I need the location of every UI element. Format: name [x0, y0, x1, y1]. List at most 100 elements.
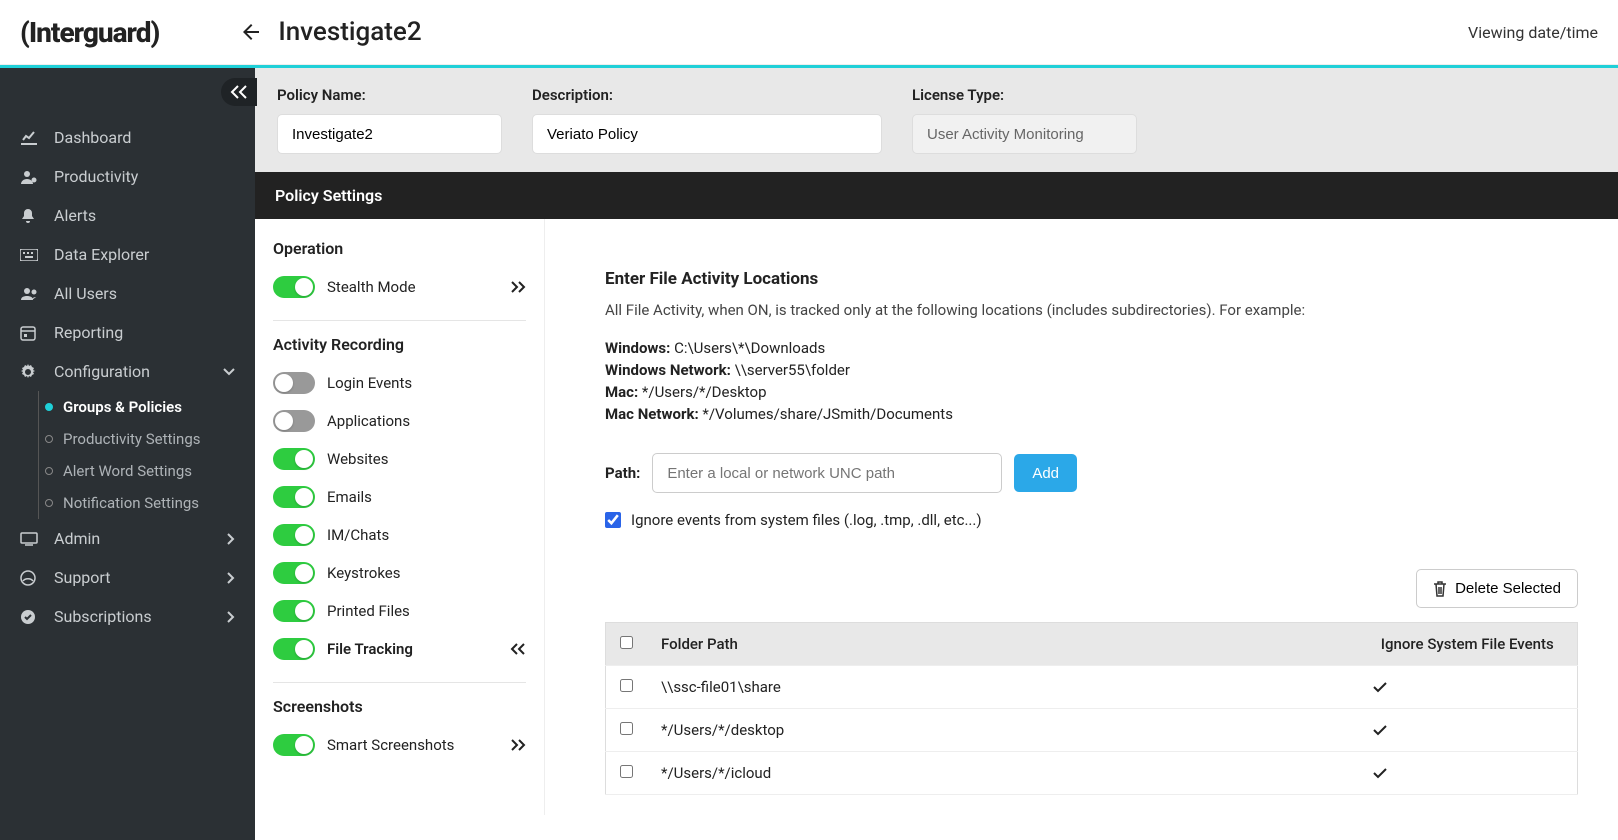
ignore-events-cell	[1358, 666, 1578, 709]
activity-toggle-label: Applications	[327, 412, 410, 430]
col-folder-path: Folder Path	[647, 623, 1358, 666]
sidebar-item-label: Support	[54, 568, 110, 587]
file-activity-example: Mac: */Users/*/Desktop	[605, 383, 1578, 401]
expand-icon[interactable]	[510, 739, 526, 751]
select-all-checkbox[interactable]	[620, 636, 633, 649]
sidebar-item-dashboard[interactable]: Dashboard	[0, 118, 255, 157]
operation-section-title: Operation	[273, 239, 526, 258]
folder-path-table: Folder Path Ignore System File Events \\…	[605, 622, 1578, 795]
sidebar-item-label: Reporting	[54, 323, 123, 342]
subnav-alert-word-settings[interactable]: Alert Word Settings	[39, 455, 255, 487]
brand-logo: (Interguard)	[20, 16, 159, 49]
sidebar: Dashboard Productivity Alerts Data Explo…	[0, 68, 255, 840]
activity-toggle[interactable]	[273, 486, 315, 508]
activity-toggle-label: Emails	[327, 488, 372, 506]
ignore-system-files-checkbox[interactable]	[605, 512, 621, 528]
sidebar-item-label: Alerts	[54, 206, 96, 225]
description-label: Description:	[532, 86, 882, 104]
ignore-system-files-label: Ignore events from system files (.log, .…	[631, 511, 982, 529]
delete-selected-button[interactable]: Delete Selected	[1416, 569, 1578, 608]
row-checkbox[interactable]	[620, 679, 633, 692]
file-activity-example: Windows Network: \\server55\folder	[605, 361, 1578, 379]
trash-icon	[1433, 581, 1447, 597]
sidebar-item-label: Productivity	[54, 167, 138, 186]
users-icon	[20, 287, 40, 301]
support-icon	[20, 570, 40, 586]
subnav-groups-policies[interactable]: Groups & Policies	[39, 391, 255, 423]
check-circle-icon	[20, 609, 40, 625]
row-checkbox[interactable]	[620, 765, 633, 778]
folder-path-cell: \\ssc-file01\share	[647, 666, 1358, 709]
sidebar-item-data-explorer[interactable]: Data Explorer	[0, 235, 255, 274]
activity-toggle[interactable]	[273, 600, 315, 622]
chart-icon	[20, 130, 40, 146]
calendar-icon	[20, 325, 40, 341]
sidebar-item-label: Configuration	[54, 362, 150, 381]
activity-toggle[interactable]	[273, 372, 315, 394]
ignore-events-cell	[1358, 752, 1578, 795]
ignore-events-cell	[1358, 709, 1578, 752]
sidebar-item-label: Data Explorer	[54, 245, 149, 264]
activity-toggle-label: Printed Files	[327, 602, 410, 620]
sidebar-item-configuration[interactable]: Configuration	[0, 352, 255, 391]
add-button[interactable]: Add	[1014, 454, 1077, 492]
subnav-notification-settings[interactable]: Notification Settings	[39, 487, 255, 519]
activity-toggle[interactable]	[273, 410, 315, 432]
folder-path-cell: */Users/*/desktop	[647, 709, 1358, 752]
sidebar-item-label: All Users	[54, 284, 117, 303]
screenshots-section-title: Screenshots	[273, 697, 526, 716]
activity-toggle-label: Keystrokes	[327, 564, 400, 582]
smart-screenshots-toggle[interactable]	[273, 734, 315, 756]
table-row: */Users/*/icloud	[606, 752, 1578, 795]
description-input[interactable]	[532, 114, 882, 154]
keyboard-icon	[20, 249, 40, 261]
license-type-label: License Type:	[912, 86, 1137, 104]
policy-name-input[interactable]	[277, 114, 502, 154]
viewing-date-time-label: Viewing date/time	[1468, 23, 1598, 42]
expand-icon[interactable]	[510, 281, 526, 293]
sidebar-item-subscriptions[interactable]: Subscriptions	[0, 597, 255, 636]
activity-toggle[interactable]	[273, 448, 315, 470]
col-ignore-events: Ignore System File Events	[1358, 623, 1578, 666]
sidebar-item-admin[interactable]: Admin	[0, 519, 255, 558]
sidebar-item-productivity[interactable]: Productivity	[0, 157, 255, 196]
path-input[interactable]	[652, 453, 1002, 493]
file-activity-example: Windows: C:\Users\*\Downloads	[605, 339, 1578, 357]
chevron-right-icon	[227, 611, 235, 623]
sidebar-item-all-users[interactable]: All Users	[0, 274, 255, 313]
table-row: \\ssc-file01\share	[606, 666, 1578, 709]
path-label: Path:	[605, 464, 640, 482]
sidebar-item-reporting[interactable]: Reporting	[0, 313, 255, 352]
chevron-right-icon	[227, 533, 235, 545]
activity-toggle-label: File Tracking	[327, 640, 413, 658]
sidebar-item-support[interactable]: Support	[0, 558, 255, 597]
collapse-icon[interactable]	[510, 643, 526, 655]
sidebar-collapse-button[interactable]	[221, 78, 257, 106]
activity-toggle-label: Websites	[327, 450, 388, 468]
chevron-down-icon	[223, 368, 235, 376]
admin-icon	[20, 532, 40, 546]
table-row: */Users/*/desktop	[606, 709, 1578, 752]
activity-toggle[interactable]	[273, 562, 315, 584]
stealth-mode-toggle[interactable]	[273, 276, 315, 298]
license-type-input	[912, 114, 1137, 154]
chevron-right-icon	[227, 572, 235, 584]
sidebar-item-label: Admin	[54, 529, 100, 548]
activity-recording-section-title: Activity Recording	[273, 335, 526, 354]
policy-settings-header: Policy Settings	[255, 172, 1618, 219]
user-icon	[20, 169, 40, 185]
activity-toggle-label: Login Events	[327, 374, 412, 392]
sidebar-item-label: Subscriptions	[54, 607, 152, 626]
activity-toggle[interactable]	[273, 638, 315, 660]
subnav-productivity-settings[interactable]: Productivity Settings	[39, 423, 255, 455]
sidebar-item-label: Dashboard	[54, 128, 131, 147]
activity-toggle[interactable]	[273, 524, 315, 546]
sidebar-item-alerts[interactable]: Alerts	[0, 196, 255, 235]
smart-screenshots-label: Smart Screenshots	[327, 736, 454, 754]
file-activity-title: Enter File Activity Locations	[605, 269, 1578, 289]
row-checkbox[interactable]	[620, 722, 633, 735]
page-title: Investigate2	[278, 17, 421, 47]
file-activity-example: Mac Network: */Volumes/share/JSmith/Docu…	[605, 405, 1578, 423]
bell-icon	[20, 208, 40, 224]
back-arrow-icon[interactable]	[239, 20, 263, 44]
